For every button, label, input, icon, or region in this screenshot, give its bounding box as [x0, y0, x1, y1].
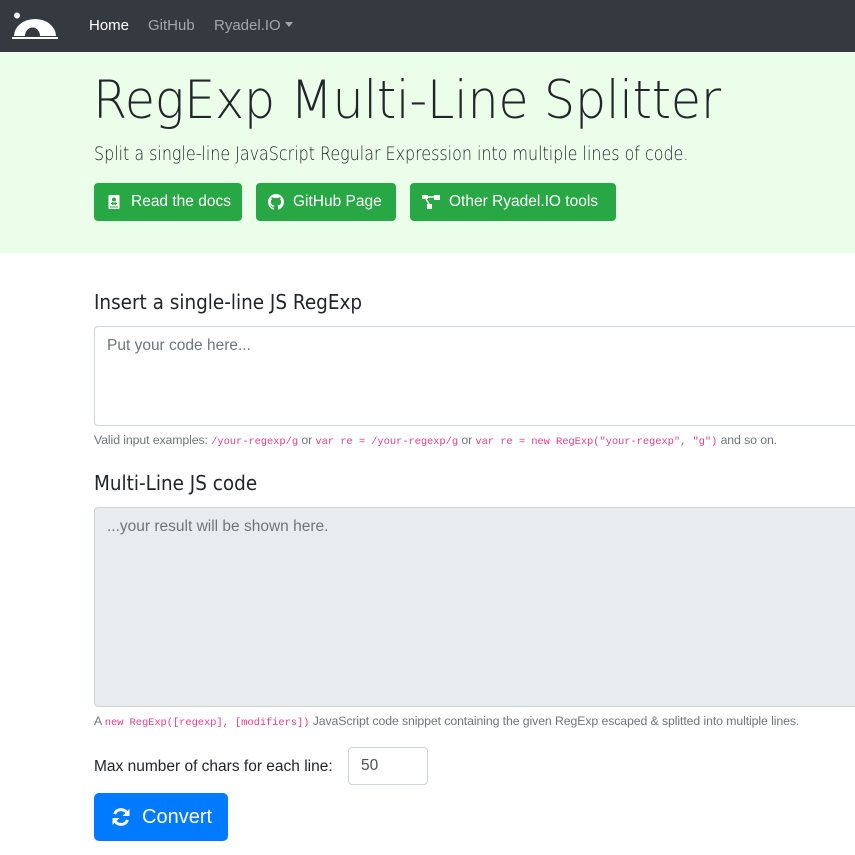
result-output[interactable]: [94, 507, 855, 707]
output-help-text: A new RegExp([regexp], [modifiers]) Java…: [94, 714, 799, 729]
sitemap-icon: [422, 195, 440, 209]
input-help-text: Valid input examples: /your-regexp/g or …: [94, 433, 777, 448]
book-icon: [108, 195, 120, 209]
page-subtitle: Split a single-line JavaScript Regular E…: [94, 144, 689, 165]
help-prefix: Valid input examples:: [94, 433, 212, 447]
sync-icon: [112, 808, 130, 826]
output-help-suffix: JavaScript code snippet containing the g…: [309, 714, 800, 728]
nav-ryadel-label: Ryadel.IO: [214, 17, 281, 34]
max-chars-label: Max number of chars for each line:: [94, 758, 333, 775]
convert-label: Convert: [142, 805, 213, 828]
output-help-code: new RegExp([regexp], [modifiers]): [104, 717, 310, 729]
output-help-prefix: A: [94, 714, 105, 728]
page-title: RegExp Multi-Line Splitter: [93, 70, 721, 131]
regexp-input[interactable]: [94, 326, 855, 426]
help-suffix: and so on.: [717, 433, 778, 447]
help-or-2: or: [458, 433, 476, 447]
max-chars-input[interactable]: [348, 747, 428, 785]
output-heading: Multi-Line JS code: [94, 471, 258, 495]
read-docs-button[interactable]: Read the docs: [94, 183, 242, 221]
nav-ryadel-dropdown[interactable]: Ryadel.IO: [214, 17, 293, 34]
help-or-1: or: [298, 433, 316, 447]
github-icon: [268, 194, 284, 210]
ryadel-logo-icon: [12, 12, 58, 39]
github-page-label: GitHub Page: [293, 193, 382, 210]
github-page-button[interactable]: GitHub Page: [256, 183, 396, 221]
example-code-1: /your-regexp/g: [211, 436, 299, 448]
caret-down-icon: [284, 22, 293, 27]
other-tools-button[interactable]: Other Ryadel.IO tools: [410, 183, 616, 221]
nav-home[interactable]: Home: [89, 17, 129, 34]
nav-github[interactable]: GitHub: [148, 17, 195, 34]
other-tools-label: Other Ryadel.IO tools: [449, 193, 599, 210]
brand-logo[interactable]: [12, 12, 58, 40]
convert-button[interactable]: Convert: [94, 793, 228, 841]
example-code-2: var re = /your-regexp/g: [315, 436, 459, 448]
input-heading: Insert a single-line JS RegExp: [94, 290, 363, 314]
example-code-3: var re = new RegExp("your-regexp", "g"): [475, 436, 718, 448]
read-docs-label: Read the docs: [131, 193, 231, 210]
navbar: Home GitHub Ryadel.IO: [0, 0, 855, 52]
